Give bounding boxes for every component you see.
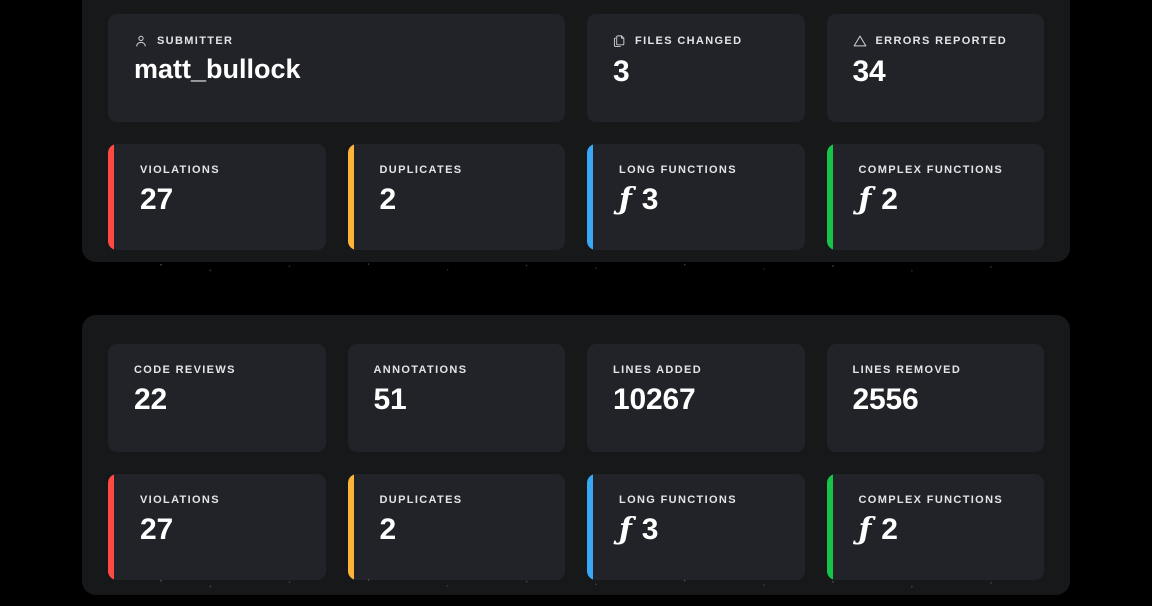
function-icon: ƒ [858,182,872,217]
primary-metrics-row: CODE REVIEWS 22 ANNOTATIONS 51 LINES ADD… [108,315,1044,452]
metric-label: FILES CHANGED [635,35,743,47]
accent-metrics-row: VIOLATIONS 27 DUPLICATES 2 LONG FUNCTION… [108,122,1044,250]
card-header: DUPLICATES [380,164,540,176]
metric-value: 2 [881,513,898,546]
card-header: COMPLEX FUNCTIONS [859,164,1019,176]
metric-card-duplicates[interactable]: DUPLICATES 2 [347,144,565,250]
metric-value: 27 [140,513,173,546]
metric-value: 51 [373,383,407,416]
function-icon: ƒ [619,182,632,217]
card-header: ERRORS REPORTED [853,34,1019,48]
metric-card-violations[interactable]: VIOLATIONS 27 [108,474,326,580]
metric-card-long-functions[interactable]: LONG FUNCTIONS ƒ 3 [587,144,805,250]
metric-label: COMPLEX FUNCTIONS [858,494,1004,506]
accent-bar [347,144,354,250]
metric-value: 3 [641,183,659,216]
metric-label: COMPLEX FUNCTIONS [858,164,1004,176]
metric-label: VIOLATIONS [140,494,220,506]
metric-card-lines-added[interactable]: LINES ADDED 10267 [587,344,805,452]
metric-card-complex-functions[interactable]: COMPLEX FUNCTIONS ƒ 2 [826,144,1044,250]
submission-summary-panel: SUBMITTER matt_bullock FILES CHANGED 3 E… [82,0,1070,262]
metric-value: 22 [134,383,167,416]
metric-label: LINES REMOVED [852,364,962,376]
metric-value: 3 [613,55,630,88]
metric-value-wrap: 2 [380,181,540,219]
metric-card-files-changed[interactable]: FILES CHANGED 3 [587,14,805,122]
accent-bar [587,474,593,580]
metric-value: 10267 [613,383,696,416]
metric-value-wrap: ƒ 2 [859,511,1019,549]
metric-label: CODE REVIEWS [134,364,236,376]
metric-card-long-functions[interactable]: LONG FUNCTIONS ƒ 3 [587,474,805,580]
warning-triangle-icon [853,34,867,48]
card-header: ANNOTATIONS [374,364,540,376]
card-header: LINES ADDED [613,364,779,376]
card-header: SUBMITTER [134,34,539,48]
metric-value: 34 [852,55,886,88]
card-header: FILES CHANGED [613,34,779,48]
metric-card-annotations[interactable]: ANNOTATIONS 51 [347,344,565,452]
metric-value-wrap: 27 [140,181,300,219]
metric-value-wrap: 2 [380,511,540,549]
primary-metrics-row: SUBMITTER matt_bullock FILES CHANGED 3 E… [108,0,1044,122]
function-icon: ƒ [619,512,632,547]
metric-label: LONG FUNCTIONS [619,164,737,176]
metric-value: 3 [641,513,659,546]
metric-label: VIOLATIONS [140,164,220,176]
metric-card-errors-reported[interactable]: ERRORS REPORTED 34 [826,14,1044,122]
copy-icon [613,34,626,48]
accent-bar [826,474,833,580]
metric-label: DUPLICATES [379,164,463,176]
card-header: DUPLICATES [380,494,540,506]
metric-card-complex-functions[interactable]: COMPLEX FUNCTIONS ƒ 2 [826,474,1044,580]
accent-metrics-row: VIOLATIONS 27 DUPLICATES 2 LONG FUNCTION… [108,452,1044,580]
metric-card-submitter[interactable]: SUBMITTER matt_bullock [108,14,565,122]
card-header: VIOLATIONS [140,494,300,506]
card-header: VIOLATIONS [140,164,300,176]
card-header: LONG FUNCTIONS [619,494,779,506]
metric-value: 2 [379,513,397,546]
panel-edge-noise [82,262,1070,276]
metric-value: 2 [379,183,397,216]
user-icon [134,34,148,48]
card-header: LINES REMOVED [853,364,1019,376]
metric-card-duplicates[interactable]: DUPLICATES 2 [347,474,565,580]
metric-value-wrap: 27 [140,511,300,549]
accent-bar [826,144,833,250]
card-header: COMPLEX FUNCTIONS [859,494,1019,506]
metric-label: ANNOTATIONS [373,364,468,376]
metric-label: ERRORS REPORTED [875,35,1007,47]
metric-value-wrap: ƒ 3 [619,511,779,549]
card-header: LONG FUNCTIONS [619,164,779,176]
metric-label: LINES ADDED [613,364,703,376]
accent-bar [587,144,593,250]
metric-value: 2556 [852,383,919,416]
card-header: CODE REVIEWS [134,364,300,376]
review-activity-panel: CODE REVIEWS 22 ANNOTATIONS 51 LINES ADD… [82,315,1070,595]
metric-card-lines-removed[interactable]: LINES REMOVED 2556 [826,344,1044,452]
metric-label: SUBMITTER [157,35,234,47]
metric-value: 2 [881,183,898,216]
accent-bar [108,474,114,580]
function-icon: ƒ [858,512,872,547]
metric-card-violations[interactable]: VIOLATIONS 27 [108,144,326,250]
metric-value-wrap: ƒ 2 [859,181,1019,219]
metric-value: matt_bullock [134,54,301,84]
metric-label: DUPLICATES [379,494,463,506]
metric-card-code-reviews[interactable]: CODE REVIEWS 22 [108,344,326,452]
metric-value: 27 [140,183,173,216]
accent-bar [347,474,354,580]
accent-bar [108,144,114,250]
metric-value-wrap: ƒ 3 [619,181,779,219]
metric-label: LONG FUNCTIONS [619,494,737,506]
